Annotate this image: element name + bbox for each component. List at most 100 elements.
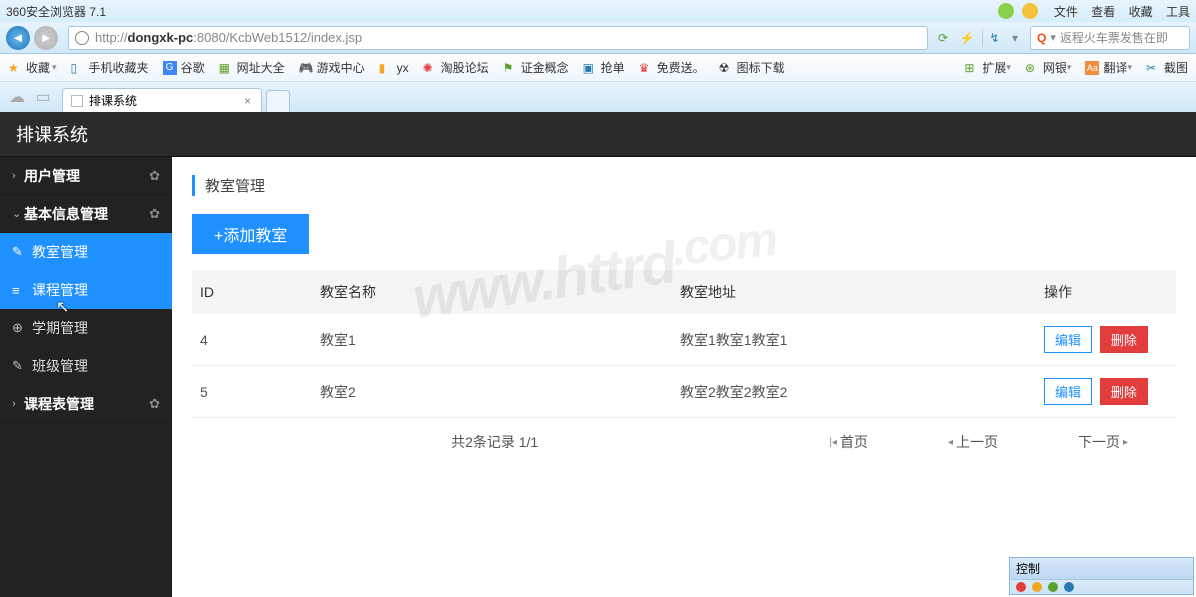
- dot-green-icon[interactable]: [1048, 582, 1058, 592]
- col-addr: 教室地址: [672, 270, 1036, 314]
- sidebar-item-course[interactable]: ≡ 课程管理 ↖: [0, 271, 172, 309]
- bookmark-games[interactable]: 🎮游戏中心: [299, 59, 365, 76]
- bank-icon: ⊛: [1025, 61, 1039, 75]
- bookmark-snip[interactable]: ✂截图: [1146, 59, 1188, 76]
- bookmark-bar: ★收藏 ▾ ▯手机收藏夹 G谷歌 ▦网址大全 🎮游戏中心 ▮yx ✺淘股论坛 ⚑…: [0, 54, 1196, 82]
- status-icon-yellow: [1022, 3, 1038, 19]
- bolt-icon: ▣: [583, 61, 597, 75]
- pager-first[interactable]: |◂首页: [829, 432, 868, 452]
- add-classroom-button[interactable]: +添加教室: [192, 214, 309, 254]
- control-panel[interactable]: 控制: [1009, 557, 1194, 595]
- chevron-right-icon: ›: [12, 398, 24, 410]
- status-icon-green: [998, 3, 1014, 19]
- bookmark-sites[interactable]: ▦网址大全: [219, 59, 285, 76]
- search-engine-icon: Q: [1037, 31, 1046, 45]
- menu-file[interactable]: 文件: [1054, 5, 1078, 19]
- gear-icon[interactable]: ✿: [149, 168, 160, 184]
- table-header-row: ID 教室名称 教室地址 操作: [192, 270, 1176, 314]
- sidebar-group-schedule[interactable]: › 课程表管理 ✿: [0, 385, 172, 423]
- tab-close-icon[interactable]: ×: [242, 94, 253, 108]
- gift-icon: ♛: [639, 61, 653, 75]
- bookmark-google[interactable]: G谷歌: [163, 59, 205, 76]
- flag-icon: ⚑: [503, 61, 517, 75]
- sidebar-item-term[interactable]: ⊕ 学期管理: [0, 309, 172, 347]
- col-ops: 操作: [1036, 270, 1176, 314]
- chevron-down-icon: ⌄: [12, 207, 24, 220]
- menu-fav[interactable]: 收藏: [1129, 5, 1153, 19]
- favicon: [71, 95, 83, 107]
- tab-title: 排课系统: [89, 92, 242, 109]
- flash-icon[interactable]: ⚡: [958, 29, 976, 47]
- bookmark-phone[interactable]: ▯手机收藏夹: [71, 59, 149, 76]
- gear-icon[interactable]: ✿: [149, 396, 160, 412]
- cloud-icon[interactable]: ☁: [6, 86, 28, 108]
- forward-button[interactable]: ►: [34, 26, 58, 50]
- game-icon: 🎮: [299, 61, 313, 75]
- prev-icon: ◂: [948, 437, 953, 448]
- pager-next[interactable]: 下一页▸: [1078, 432, 1128, 452]
- delete-button[interactable]: 删除: [1100, 326, 1148, 353]
- new-tab-button[interactable]: [266, 90, 290, 112]
- bookmark-qiangdan[interactable]: ▣抢单: [583, 59, 625, 76]
- back-button[interactable]: ◄: [6, 26, 30, 50]
- menu-view[interactable]: 查看: [1091, 5, 1115, 19]
- sidebar-group-basic[interactable]: ⌄ 基本信息管理 ✿: [0, 195, 172, 233]
- next-icon: ▸: [1123, 437, 1128, 448]
- compat-icon[interactable]: ↯: [982, 29, 1000, 47]
- fire-icon: ✺: [423, 61, 437, 75]
- pager-info: 共2条记录 1/1: [200, 432, 789, 452]
- dot-red-icon[interactable]: [1016, 582, 1026, 592]
- window-title-bar: 360安全浏览器 7.1 文件 查看 收藏 工具: [0, 0, 1196, 22]
- edit-button[interactable]: 编辑: [1044, 326, 1092, 353]
- star-icon: ★: [8, 61, 22, 75]
- menu-tools[interactable]: 工具: [1166, 5, 1190, 19]
- bookmark-taogu[interactable]: ✺淘股论坛: [423, 59, 489, 76]
- browser-tab[interactable]: 排课系统 ×: [62, 88, 262, 112]
- grid-icon: ▦: [219, 61, 233, 75]
- table-row: 5 教室2 教室2教室2教室2 编辑 删除: [192, 366, 1176, 418]
- main-content: www.httrd .com 教室管理 +添加教室 ID 教室名称 教室地址 操…: [172, 157, 1196, 597]
- watermark-text: .com: [669, 212, 778, 278]
- scissors-icon: ✂: [1146, 61, 1160, 75]
- gear-icon[interactable]: ✿: [149, 206, 160, 222]
- browser-search-box[interactable]: Q ▾ 返程火车票发售在即: [1030, 26, 1190, 50]
- translate-icon: Aa: [1085, 61, 1099, 75]
- bookmark-free[interactable]: ♛免费送。: [639, 59, 705, 76]
- globe-icon: [75, 31, 89, 45]
- title-status-icons: [998, 3, 1038, 19]
- bookmark-icons[interactable]: ☢图标下载: [719, 59, 785, 76]
- pager-prev[interactable]: ◂上一页: [948, 432, 998, 452]
- restore-icon[interactable]: ▭: [32, 86, 54, 108]
- app-title: 排课系统: [16, 121, 88, 147]
- classroom-table: ID 教室名称 教室地址 操作 4 教室1 教室1教室1教室1 编辑 删除: [192, 270, 1176, 418]
- browser-nav-bar: ◄ ► http://dongxk-pc:8080/KcbWeb1512/ind…: [0, 22, 1196, 54]
- dot-yellow-icon[interactable]: [1032, 582, 1042, 592]
- dropdown-icon[interactable]: ▾: [1006, 29, 1024, 47]
- download-icon: ☢: [719, 61, 733, 75]
- chevron-right-icon: ›: [12, 170, 24, 182]
- list-icon: ≡: [12, 283, 32, 298]
- edit-button[interactable]: 编辑: [1044, 378, 1092, 405]
- bookmark-trans[interactable]: Aa翻译 ▾: [1085, 59, 1132, 76]
- first-icon: |◂: [829, 437, 837, 448]
- col-id: ID: [192, 270, 312, 314]
- page-title: 教室管理: [192, 175, 1176, 196]
- tab-bar: ☁ ▭ 排课系统 ×: [0, 82, 1196, 112]
- url-bar[interactable]: http://dongxk-pc:8080/KcbWeb1512/index.j…: [68, 26, 928, 50]
- bookmark-yx[interactable]: ▮yx: [379, 61, 409, 75]
- phone-icon: ▯: [71, 61, 85, 75]
- bookmark-bank[interactable]: ⊛网银 ▾: [1025, 59, 1072, 76]
- sidebar-group-user[interactable]: › 用户管理 ✿: [0, 157, 172, 195]
- control-panel-title: 控制: [1010, 558, 1193, 580]
- bookmark-zhengjin[interactable]: ⚑证金概念: [503, 59, 569, 76]
- bookmark-ext[interactable]: ⊞扩展 ▾: [964, 59, 1011, 76]
- window-menus: 文件 查看 收藏 工具: [1044, 3, 1190, 20]
- table-row: 4 教室1 教室1教室1教室1 编辑 删除: [192, 314, 1176, 366]
- sidebar-item-classroom[interactable]: ✎ 教室管理: [0, 233, 172, 271]
- dot-blue-icon[interactable]: [1064, 582, 1074, 592]
- refresh-icon[interactable]: ⟳: [934, 29, 952, 47]
- bookmark-fav[interactable]: ★收藏 ▾: [8, 59, 57, 76]
- sidebar-item-class[interactable]: ✎ 班级管理: [0, 347, 172, 385]
- delete-button[interactable]: 删除: [1100, 378, 1148, 405]
- sidebar: › 用户管理 ✿ ⌄ 基本信息管理 ✿ ✎ 教室管理 ≡ 课程管理 ↖ ⊕ 学期…: [0, 157, 172, 597]
